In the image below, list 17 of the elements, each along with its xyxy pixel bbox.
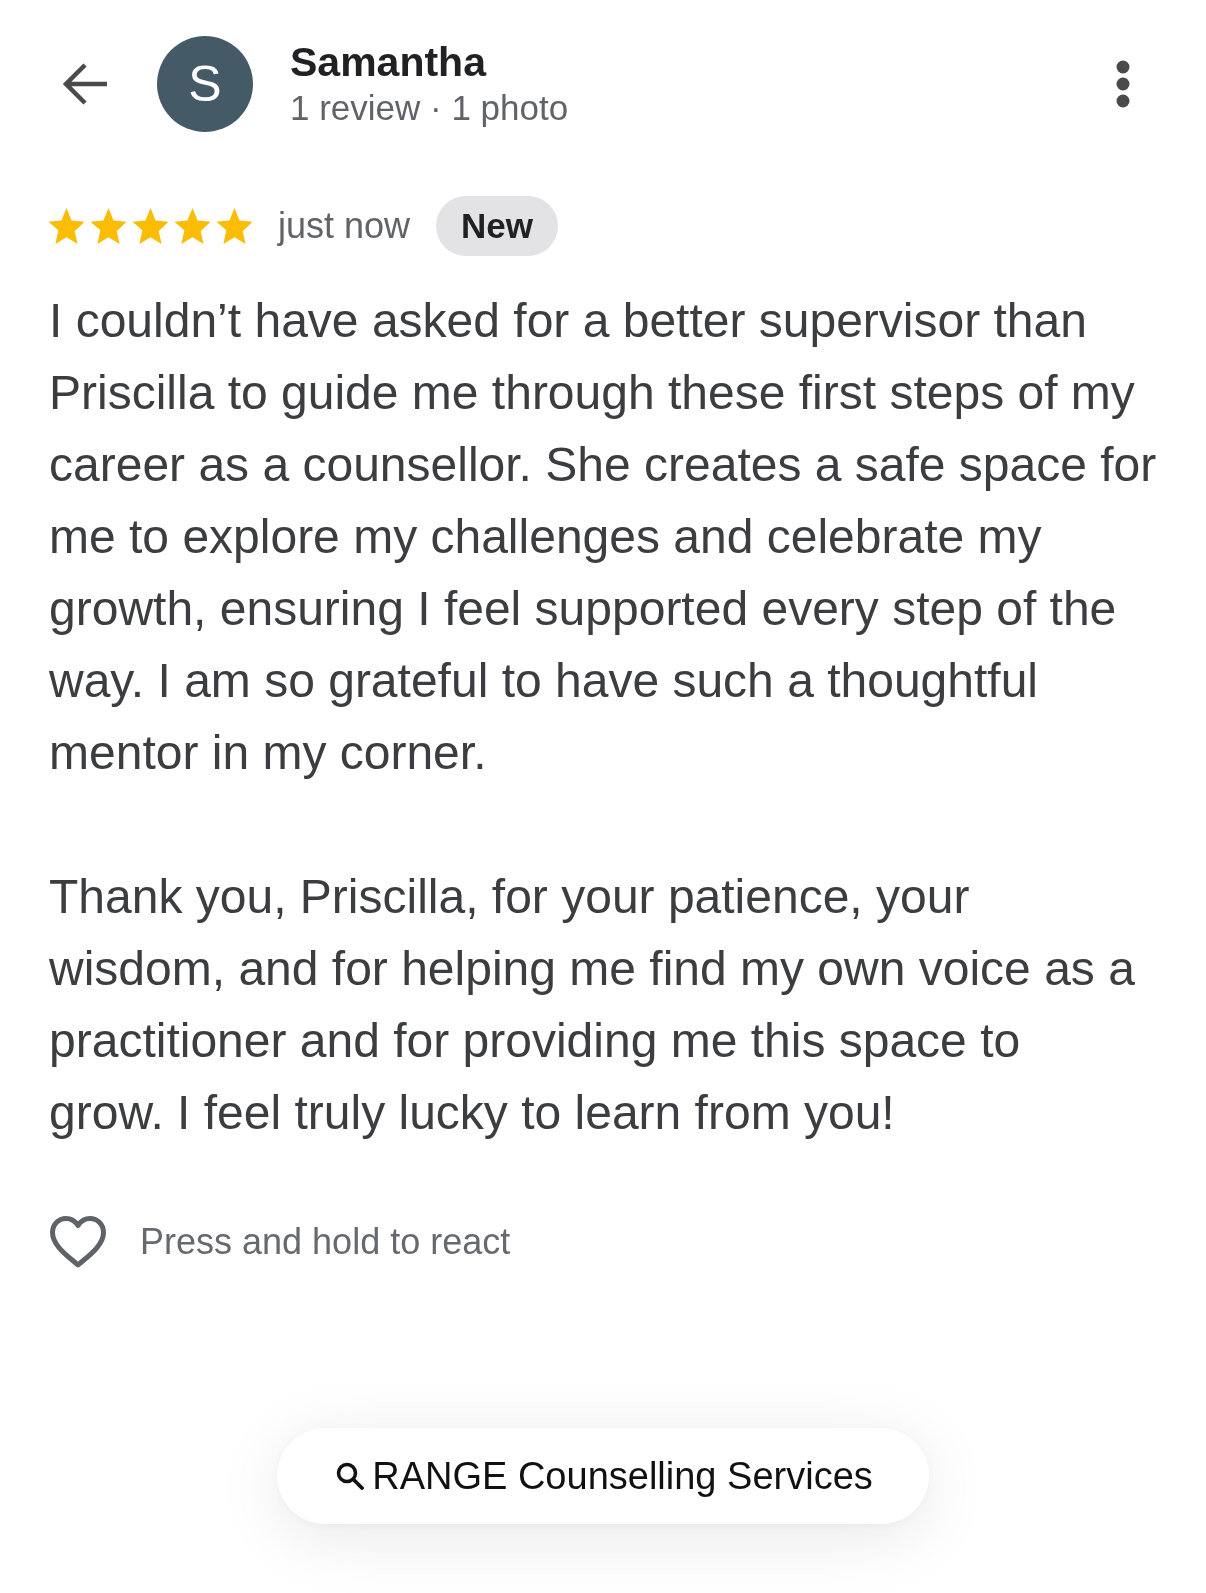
reviewer-stats: 1 review · 1 photo: [290, 87, 569, 129]
search-chip[interactable]: RANGE Counselling Services: [277, 1428, 929, 1524]
star-icon: [174, 208, 211, 244]
star-icon: [48, 208, 85, 244]
star-icon: [216, 208, 253, 244]
more-options-icon: [1116, 60, 1130, 108]
star-icon: [90, 208, 127, 244]
heart-icon: [49, 1215, 107, 1269]
reviewer-name[interactable]: Samantha: [290, 38, 569, 86]
star-icon: [132, 208, 169, 244]
search-icon: [336, 1462, 365, 1490]
avatar[interactable]: S: [157, 36, 253, 132]
react-hint: Press and hold to react: [140, 1221, 511, 1263]
review-time: just now: [278, 205, 411, 247]
review-text: Thank you, Priscilla, for your patience, your wisdom, and for helping me find my own voice as a practitioner and for providing me this space to grow. I feel truly lucky to learn from you!: [49, 869, 1135, 1141]
new-badge: New: [436, 196, 559, 256]
review-text: I couldn’t have asked for a better supervisor than Priscilla to guide me through these first steps of my career as a counsellor. She creates a safe space for me to explore my challenges and celebrate my growth, ensuring I feel supported every step of the way. I am so grateful to have such a thoughtful mentor in my corner.: [49, 293, 1157, 781]
